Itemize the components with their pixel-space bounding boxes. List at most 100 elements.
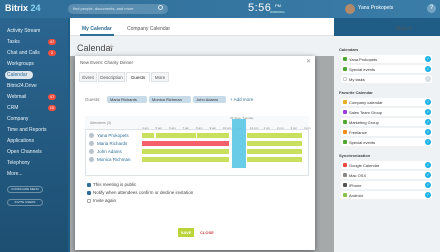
availability-bar [247, 141, 302, 146]
availability-bar [247, 133, 302, 138]
hour-tick-label: 7 am [182, 126, 190, 130]
app-logo[interactable]: Bitrix 24 [5, 3, 41, 13]
hour-tick-label: 5 am [155, 126, 163, 130]
check-icon[interactable]: ✓ [425, 129, 431, 135]
user-name[interactable]: Yana Prokopets [358, 5, 393, 11]
calendar-color-swatch [343, 140, 347, 144]
calendar-item-label: Special events [349, 139, 376, 145]
sidebar-item-tasks[interactable]: Tasks [7, 39, 20, 45]
calendar-item-label: iPhone [349, 182, 362, 188]
hour-tick-label: 1 pm [263, 126, 271, 130]
more-menu-button[interactable]: More ▾ [396, 26, 411, 32]
panel-section-title: Calendars [339, 47, 359, 52]
tab-more[interactable]: More [151, 72, 169, 82]
calendar-color-swatch [343, 193, 347, 197]
clock-period: PM [275, 3, 281, 8]
calendar-color-swatch [343, 67, 347, 71]
calendar-list-item[interactable]: iPhone ✓ [341, 181, 432, 189]
help-icon[interactable]: ? [427, 4, 436, 13]
sidebar-item-chat[interactable]: Chat and Calls [7, 50, 40, 56]
check-icon[interactable]: ✓ [425, 66, 431, 72]
check-icon[interactable]: ✓ [425, 172, 431, 178]
sidebar-item-applications[interactable]: Applications [7, 138, 34, 144]
public-label: This meeting is public [93, 182, 137, 187]
calendar-list-item[interactable]: My tasks ✓ [341, 75, 432, 83]
calendar-list-item[interactable]: Company calendar ✓ [341, 98, 432, 106]
check-icon[interactable]: ✓ [425, 76, 431, 82]
chevron-down-icon: ▾ [408, 26, 412, 32]
check-icon[interactable]: ✓ [425, 99, 431, 105]
attendee-name: Monica Richman [97, 157, 131, 162]
sidebar-item-telephony[interactable]: Telephony [7, 160, 30, 166]
sidebar-item-workgroups[interactable]: Workgroups [7, 61, 34, 67]
calendar-list-item[interactable]: Special events ✓ [341, 65, 432, 73]
calendar-list-item[interactable]: Android ✓ [341, 191, 432, 199]
selected-time-slot[interactable] [232, 119, 246, 168]
sidebar-item-time[interactable]: Time and Reports [7, 127, 47, 133]
sidebar: Activity Stream Tasks 47 Chat and Calls … [0, 18, 68, 252]
close-button[interactable]: CLOSE [200, 230, 214, 235]
tab-my-calendar[interactable]: My Calendar [82, 26, 112, 32]
search-icon[interactable] [158, 5, 163, 10]
sidebar-item-webmail[interactable]: Webmail [7, 94, 26, 100]
calendar-item-label: Company calendar [349, 99, 383, 105]
guest-chip[interactable]: John Adams [193, 96, 226, 103]
hour-tick-label: 9 am [209, 126, 217, 130]
notify-label: Notify when attendees confirm or decline… [93, 190, 194, 195]
configure-menu-button[interactable]: CONFIGURE MENU [7, 186, 43, 193]
check-icon[interactable]: ✓ [425, 182, 431, 188]
tab-description[interactable]: Description [98, 72, 125, 82]
public-checkbox[interactable] [87, 183, 91, 187]
logo-number: 24 [30, 3, 41, 13]
calendar-color-swatch [343, 120, 347, 124]
availability-bar [247, 157, 302, 162]
notify-checkbox[interactable] [87, 191, 91, 195]
tab-guests[interactable]: Guests [126, 72, 150, 82]
dialog-title: New Event: Charity Dinner [80, 60, 134, 65]
sidebar-item-crm[interactable]: CRM [7, 105, 18, 111]
invite-users-button[interactable]: INVITE USERS [7, 199, 43, 206]
attendee-name: Yana Prokopets [97, 133, 129, 138]
hour-tick-label: 2 pm [277, 126, 284, 130]
calendar-list-item[interactable]: Special events ✓ [341, 138, 432, 146]
hour-tick-label: 12 pm [250, 126, 259, 130]
chat-count-badge: 2 [48, 50, 56, 56]
guest-chip[interactable]: Monica Richman [149, 96, 191, 103]
calendar-item-label: Android [349, 192, 363, 198]
check-icon[interactable]: ✓ [425, 139, 431, 145]
calendar-list-item[interactable]: Freelance ✓ [341, 128, 432, 136]
check-icon[interactable]: ✓ [425, 109, 431, 115]
more-label: More [396, 26, 408, 32]
calendar-list-item[interactable]: Mac OSX ✓ [341, 171, 432, 179]
star-icon[interactable]: ★ [108, 43, 114, 51]
sidebar-item-calendar[interactable]: Calendar [7, 72, 27, 78]
user-avatar[interactable] [345, 4, 355, 14]
sidebar-item-drive[interactable]: Bitrix24.Drive [7, 83, 37, 89]
tab-company-calendar[interactable]: Company Calendar [127, 26, 170, 32]
check-icon[interactable]: ✓ [425, 162, 431, 168]
add-more-guests-link[interactable]: + Add more [230, 97, 253, 102]
save-button[interactable]: SAVE [178, 228, 194, 237]
panel-section-title: Favorite Calendar [339, 90, 373, 95]
work-status[interactable]: WORKING [270, 10, 285, 14]
sidebar-item-company[interactable]: Company [7, 116, 28, 122]
sidebar-item-more[interactable]: More... [7, 171, 23, 177]
check-icon[interactable]: ✓ [425, 56, 431, 62]
sidebar-item-activity[interactable]: Activity Stream [7, 28, 40, 34]
tab-event[interactable]: Event [79, 72, 97, 82]
sidebar-item-open-channels[interactable]: Open Channels [7, 149, 42, 155]
close-icon[interactable]: ✕ [306, 58, 311, 65]
check-icon[interactable]: ✓ [425, 119, 431, 125]
availability-bar [142, 141, 229, 146]
calendar-list-item[interactable]: Sales Team Group ✓ [341, 108, 432, 116]
calendar-list-item[interactable]: Yana Prokopets ✓ [341, 55, 432, 63]
calendar-list-item[interactable]: Marketing Group ✓ [341, 118, 432, 126]
guest-chip[interactable]: Maria Richards [107, 96, 147, 103]
check-icon[interactable]: ✓ [425, 192, 431, 198]
calendar-list-item[interactable]: Google Calendar ✓ [341, 161, 432, 169]
search-input[interactable]: find people, documents, and more [68, 4, 168, 14]
hour-tick-label: 4 pm [304, 126, 311, 130]
invite-again-label: Invite again [93, 198, 117, 203]
calendar-item-label: Marketing Group [349, 119, 379, 125]
invite-again-checkbox[interactable] [87, 199, 91, 203]
